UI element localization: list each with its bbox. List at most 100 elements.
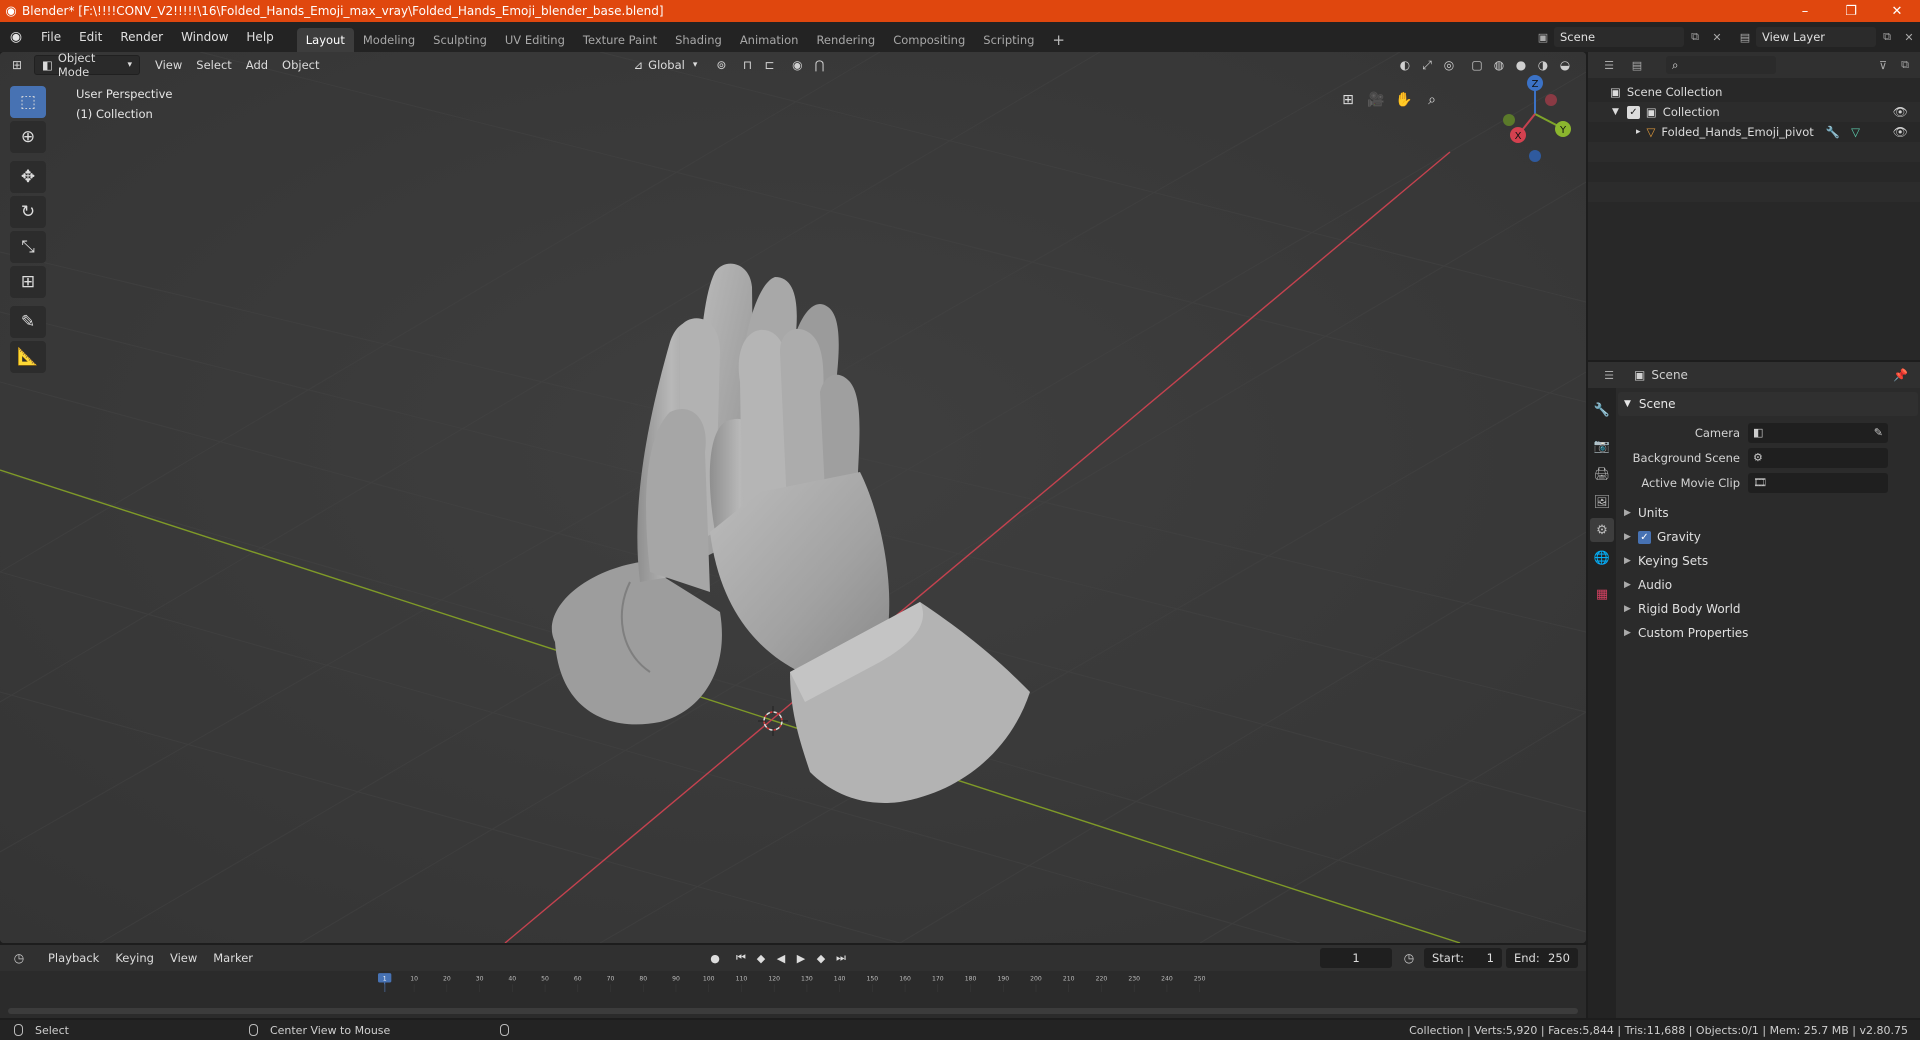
view-layer-browse-icon[interactable]: ▤ — [1734, 27, 1756, 47]
new-scene-icon[interactable]: ⧉ — [1684, 27, 1706, 47]
solid-shading-icon[interactable]: ● — [1510, 55, 1532, 75]
outliner-scene-collection[interactable]: ▣ Scene Collection — [1588, 82, 1920, 102]
pivot-point-icon[interactable]: ⊚ — [710, 55, 732, 75]
expand-arrow-icon[interactable]: ▸ — [1636, 127, 1641, 137]
view-layer-field[interactable]: View Layer — [1756, 27, 1876, 47]
material-shading-icon[interactable]: ◑ — [1532, 55, 1554, 75]
pin-icon[interactable]: 📌 — [1893, 368, 1908, 382]
units-subpanel[interactable]: ▶ Units — [1618, 501, 1918, 525]
play-reverse-icon[interactable]: ◀ — [771, 948, 791, 968]
viewport-menu-view[interactable]: View — [148, 55, 189, 75]
tab-modeling[interactable]: Modeling — [354, 28, 424, 52]
preview-range-icon[interactable]: ◷ — [1398, 948, 1420, 968]
gizmo-z-label[interactable]: Z — [1532, 79, 1539, 90]
gizmo-toggle-icon[interactable]: ⤢ — [1416, 55, 1438, 75]
select-box-tool-icon[interactable]: ⬚ — [10, 86, 46, 118]
properties-editor-type-icon[interactable]: ☰ — [1598, 365, 1620, 385]
scene-browse-icon[interactable]: ▣ — [1532, 27, 1554, 47]
viewport-menu-select[interactable]: Select — [189, 55, 238, 75]
cursor-tool-icon[interactable]: ⊕ — [10, 121, 46, 153]
menu-render[interactable]: Render — [111, 22, 172, 52]
active-movie-clip-field[interactable]: 🎞 — [1748, 472, 1888, 493]
timeline-editor-type-icon[interactable]: ◷ — [8, 948, 30, 968]
scale-tool-icon[interactable]: ⤡ — [10, 231, 46, 263]
scene-panel-header[interactable]: ▼ Scene — [1618, 392, 1918, 416]
display-mode-icon[interactable]: ▤ — [1626, 55, 1648, 75]
gizmo-x-label[interactable]: X — [1515, 131, 1522, 142]
maximize-button[interactable]: ❐ — [1828, 0, 1874, 22]
delete-view-layer-icon[interactable]: ✕ — [1898, 27, 1920, 47]
outliner-editor-type-icon[interactable]: ☰ — [1598, 55, 1620, 75]
zoom-view-icon[interactable]: ⌕ — [1418, 86, 1446, 114]
rigid-body-world-subpanel[interactable]: ▶ Rigid Body World — [1618, 597, 1918, 621]
eyedropper-icon[interactable]: ✎ — [1874, 426, 1883, 439]
camera-view-icon[interactable]: 🎥 — [1362, 86, 1390, 114]
overlay-toggle-icon[interactable]: ◎ — [1438, 55, 1460, 75]
tab-texture-paint[interactable]: Texture Paint — [574, 28, 666, 52]
expand-arrow-icon[interactable]: ▼ — [1612, 107, 1619, 117]
visibility-filter-icon[interactable]: ◐ — [1394, 55, 1416, 75]
end-frame-field[interactable]: End: 250 — [1506, 948, 1578, 968]
tab-rendering[interactable]: Rendering — [807, 28, 884, 52]
snap-target-icon[interactable]: ⊏ — [758, 55, 780, 75]
gravity-subpanel[interactable]: ▶ ✓ Gravity — [1618, 525, 1918, 549]
outliner-object[interactable]: ▸ ▽ Folded_Hands_Emoji_pivot 🔧 ▽ 👁 — [1588, 122, 1920, 142]
menu-file[interactable]: File — [32, 22, 70, 52]
wireframe-shading-icon[interactable]: ◍ — [1488, 55, 1510, 75]
object-mode-dropdown[interactable]: ◧ Object Mode ▾ — [34, 52, 140, 79]
rendered-shading-icon[interactable]: ◒ — [1554, 55, 1576, 75]
jump-start-icon[interactable]: ⏮ — [731, 948, 751, 968]
new-collection-icon[interactable]: ⧉ — [1894, 55, 1916, 75]
keying-sets-subpanel[interactable]: ▶ Keying Sets — [1618, 549, 1918, 573]
custom-properties-subpanel[interactable]: ▶ Custom Properties — [1618, 621, 1918, 645]
tool-tab-icon[interactable]: 🔧 — [1590, 398, 1614, 422]
timeline-scrollbar[interactable] — [8, 1008, 1578, 1014]
annotate-tool-icon[interactable]: ✎ — [10, 306, 46, 338]
jump-keyframe-forward-icon[interactable]: ◆ — [811, 948, 831, 968]
render-tab-icon[interactable]: 📷 — [1590, 434, 1614, 458]
tab-shading[interactable]: Shading — [666, 28, 731, 52]
eye-icon[interactable]: 👁 — [1893, 105, 1908, 119]
move-tool-icon[interactable]: ✥ — [10, 161, 46, 193]
timeline-ruler[interactable]: 1 10 20 30 40 50 60 70 80 90 100 110 120 130 140 150 160… — [0, 972, 1586, 992]
timeline-menu-view[interactable]: View — [162, 951, 205, 965]
tab-animation[interactable]: Animation — [731, 28, 808, 52]
snap-icon[interactable]: ⊓ — [736, 55, 758, 75]
collection-checkbox[interactable]: ✓ — [1626, 105, 1640, 119]
audio-subpanel[interactable]: ▶ Audio — [1618, 573, 1918, 597]
transform-tool-icon[interactable]: ⊞ — [10, 266, 46, 298]
scene-tab-icon[interactable]: ⚙ — [1590, 518, 1614, 542]
gravity-checkbox[interactable]: ✓ — [1638, 530, 1651, 544]
view-layer-tab-icon[interactable]: 🖼 — [1590, 490, 1614, 514]
outliner-collection[interactable]: ▼ ✓ ▣ Collection 👁 — [1588, 102, 1920, 122]
tab-layout[interactable]: Layout — [296, 28, 354, 52]
proportional-edit-icon[interactable]: ◉ — [786, 55, 808, 75]
menu-window[interactable]: Window — [172, 22, 237, 52]
rotate-tool-icon[interactable]: ↻ — [10, 196, 46, 228]
close-button[interactable]: ✕ — [1874, 0, 1920, 22]
outliner-search-input[interactable]: ⌕ — [1666, 56, 1776, 74]
3d-viewport[interactable]: Z Y X ⊞ ◧ Object Mode ▾ View Select Add … — [0, 52, 1586, 943]
auto-keying-icon[interactable]: ● — [705, 948, 725, 968]
new-view-layer-icon[interactable]: ⧉ — [1876, 27, 1898, 47]
texture-tab-icon[interactable]: ▦ — [1590, 582, 1614, 606]
delete-scene-icon[interactable]: ✕ — [1706, 27, 1728, 47]
timeline-menu-keying[interactable]: Keying — [107, 951, 162, 965]
tab-compositing[interactable]: Compositing — [884, 28, 974, 52]
background-scene-field[interactable]: ⚙ — [1748, 447, 1888, 468]
menu-help[interactable]: Help — [237, 22, 282, 52]
editor-type-icon[interactable]: ⊞ — [6, 55, 28, 75]
viewport-menu-add[interactable]: Add — [239, 55, 275, 75]
start-frame-field[interactable]: Start: 1 — [1424, 948, 1502, 968]
filter-icon[interactable]: ⊽ — [1872, 55, 1894, 75]
transform-orientation-dropdown[interactable]: ⊿ Global ▾ — [627, 55, 705, 75]
blender-menu-icon[interactable]: ◉ — [0, 22, 32, 52]
tab-scripting[interactable]: Scripting — [974, 28, 1043, 52]
xray-toggle-icon[interactable]: ▢ — [1466, 55, 1488, 75]
camera-field[interactable]: ◧ ✎ — [1748, 422, 1888, 443]
add-workspace-icon[interactable]: + — [1043, 28, 1074, 52]
current-frame-field[interactable]: 1 — [1320, 948, 1392, 968]
gizmo-y-label[interactable]: Y — [1559, 125, 1567, 136]
jump-end-icon[interactable]: ⏭ — [831, 948, 851, 968]
minimize-button[interactable]: – — [1782, 0, 1828, 22]
